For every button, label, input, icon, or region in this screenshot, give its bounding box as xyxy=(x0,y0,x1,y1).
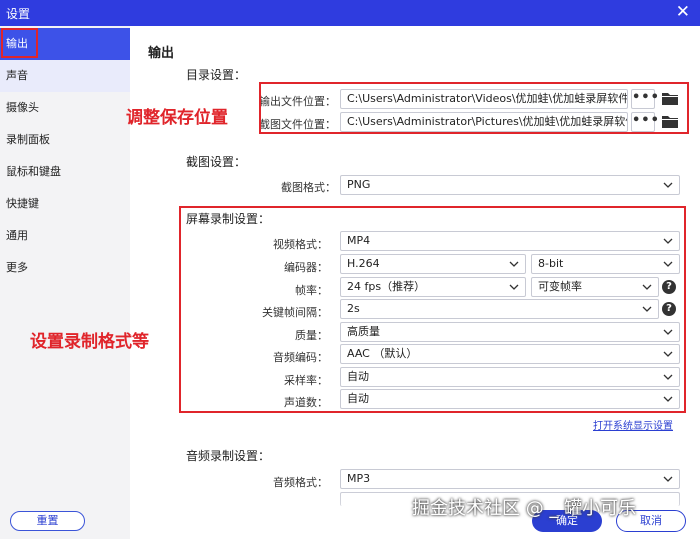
audio-codec-value: AAC （默认） xyxy=(347,347,418,360)
chevron-down-icon xyxy=(663,255,673,273)
video-format-select[interactable]: MP4 xyxy=(340,231,680,251)
channels-select[interactable]: 自动 xyxy=(340,389,680,409)
audio-codec-select[interactable]: AAC （默认） xyxy=(340,344,680,364)
chevron-down-icon xyxy=(663,232,673,250)
framerate-mode-select[interactable]: 可变帧率 xyxy=(531,277,659,297)
encoder-value: H.264 xyxy=(347,257,380,270)
annotation-save-location: 调整保存位置 xyxy=(126,108,228,128)
audio-format-label: 音频格式： xyxy=(273,476,328,489)
video-format-label: 视频格式： xyxy=(273,238,328,251)
help-icon[interactable]: ? xyxy=(662,302,676,316)
chevron-down-icon xyxy=(663,368,673,386)
chevron-down-icon xyxy=(642,278,652,296)
encoder-label: 编码器： xyxy=(284,261,328,274)
close-icon[interactable]: ✕ xyxy=(676,2,690,22)
sidebar-item-output[interactable]: 输出 xyxy=(0,28,130,60)
audio-format-value: MP3 xyxy=(347,472,371,485)
page-title: 输出 xyxy=(148,46,175,61)
quality-label: 质量： xyxy=(295,329,328,342)
audio-bitrate-select-partial[interactable] xyxy=(340,492,680,506)
video-format-value: MP4 xyxy=(347,234,371,247)
window-title: 设置 xyxy=(6,7,31,21)
title-bar: 设置 ✕ xyxy=(0,0,700,26)
directory-heading: 目录设置： xyxy=(186,68,247,82)
open-system-display-settings-link[interactable]: 打开系统显示设置 xyxy=(593,417,673,432)
chevron-down-icon xyxy=(509,255,519,273)
audio-codec-label: 音频编码： xyxy=(273,351,328,364)
sidebar-item-mouse-keyboard[interactable]: 鼠标和键盘 xyxy=(0,156,130,188)
chevron-down-icon xyxy=(642,300,652,318)
audio-recording-heading: 音频录制设置： xyxy=(186,449,271,463)
quality-select[interactable]: 高质量 xyxy=(340,322,680,342)
channels-value: 自动 xyxy=(347,392,369,405)
keyframe-value: 2s xyxy=(347,302,360,315)
bitdepth-value: 8-bit xyxy=(538,257,564,270)
screenshot-format-value: PNG xyxy=(347,178,371,191)
sidebar-item-camera[interactable]: 摄像头 xyxy=(0,92,130,124)
reset-button[interactable]: 重置 xyxy=(10,511,85,531)
keyframe-select[interactable]: 2s xyxy=(340,299,659,319)
screenshot-heading: 截图设置： xyxy=(186,155,247,169)
sidebar-item-hotkeys[interactable]: 快捷键 xyxy=(0,188,130,220)
framerate-label: 帧率： xyxy=(295,284,328,297)
framerate-select[interactable]: 24 fps（推荐） xyxy=(340,277,526,297)
browse-screenshot-button[interactable]: ••• xyxy=(631,112,659,132)
bitdepth-select[interactable]: 8-bit xyxy=(531,254,680,274)
output-location-field[interactable]: C:\Users\Administrator\Videos\优加蛙\优加蛙录屏软… xyxy=(340,89,628,109)
browse-output-button[interactable]: ••• xyxy=(631,89,659,109)
sidebar-item-general[interactable]: 通用 xyxy=(0,220,130,252)
help-icon[interactable]: ? xyxy=(662,280,676,294)
folder-icon[interactable] xyxy=(661,113,679,131)
output-location-label: 输出文件位置： xyxy=(259,95,336,108)
framerate-value: 24 fps（推荐） xyxy=(347,280,426,293)
chevron-down-icon xyxy=(663,470,673,488)
screenshot-format-select[interactable]: PNG xyxy=(340,175,680,195)
screenshot-location-field[interactable]: C:\Users\Administrator\Pictures\优加蛙\优加蛙录… xyxy=(340,112,628,132)
chevron-down-icon xyxy=(663,345,673,363)
chevron-down-icon xyxy=(663,323,673,341)
cancel-button[interactable]: 取消 xyxy=(616,510,686,532)
sidebar-item-more[interactable]: 更多 xyxy=(0,252,130,284)
encoder-select[interactable]: H.264 xyxy=(340,254,526,274)
chevron-down-icon xyxy=(509,278,519,296)
folder-icon[interactable] xyxy=(661,90,679,108)
framerate-mode-value: 可变帧率 xyxy=(538,280,582,293)
sidebar-item-record-panel[interactable]: 录制面板 xyxy=(0,124,130,156)
screenshot-format-label: 截图格式： xyxy=(281,181,336,194)
keyframe-label: 关键帧间隔： xyxy=(262,306,328,319)
chevron-down-icon xyxy=(663,390,673,408)
channels-label: 声道数： xyxy=(284,396,328,409)
sidebar: 输出 声音 摄像头 录制面板 鼠标和键盘 快捷键 通用 更多 xyxy=(0,26,130,539)
sidebar-item-sound[interactable]: 声音 xyxy=(0,60,130,92)
recording-heading: 屏幕录制设置： xyxy=(186,212,271,226)
screenshot-location-label: 截图文件位置： xyxy=(259,118,336,131)
samplerate-select[interactable]: 自动 xyxy=(340,367,680,387)
quality-value: 高质量 xyxy=(347,325,380,338)
audio-format-select[interactable]: MP3 xyxy=(340,469,680,489)
chevron-down-icon xyxy=(663,176,673,194)
annotation-record-format: 设置录制格式等 xyxy=(30,332,149,352)
samplerate-label: 采样率： xyxy=(284,374,328,387)
samplerate-value: 自动 xyxy=(347,370,369,383)
confirm-button[interactable]: 确定 xyxy=(532,510,602,532)
